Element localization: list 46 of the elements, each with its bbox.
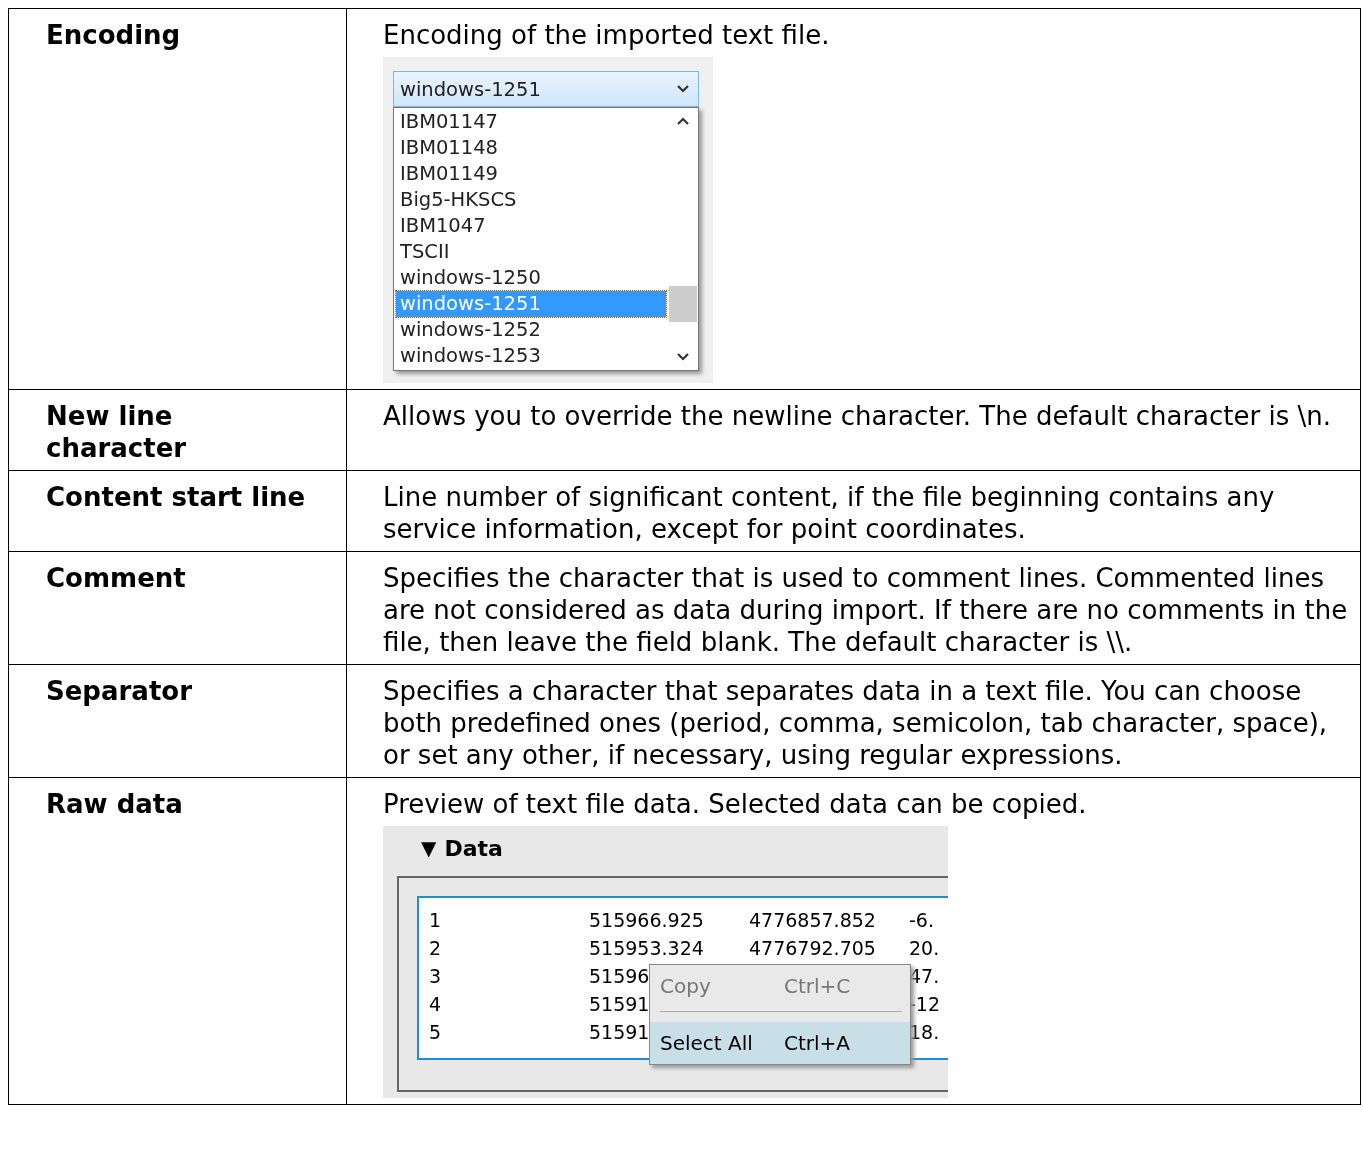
term-label: New line character (46, 400, 188, 464)
line-number: 5 (429, 1020, 442, 1045)
line-number: 3 (429, 964, 442, 989)
data-value: -12 (909, 992, 941, 1017)
term-label: Content start line (46, 481, 307, 513)
chevron-down-icon (676, 352, 690, 362)
data-value: 18. (909, 1020, 940, 1045)
dropdown-option[interactable]: IBM01148 (396, 135, 666, 161)
data-value: 515966.925 (589, 908, 704, 933)
data-value: 515953.324 (589, 936, 704, 961)
data-value: 51596 (589, 964, 650, 989)
line-number: 4 (429, 992, 442, 1017)
description-text: Preview of text file data. Selected data can be copied. (383, 788, 1088, 820)
dropdown-option[interactable]: IBM01147 (396, 109, 666, 135)
term-label: Encoding (46, 19, 182, 51)
dropdown-option[interactable]: windows-1253 (396, 343, 666, 369)
scrollbar-thumb[interactable] (669, 286, 697, 322)
dropdown-option[interactable]: IBM01149 (396, 161, 666, 187)
chevron-up-icon (676, 116, 690, 126)
data-value: 51591 (589, 992, 650, 1017)
data-value: 4776792.705 (749, 936, 876, 961)
line-number: 1 (429, 908, 442, 933)
description-text: Specifies a character that separates data in a text file. You can choose both predefined ones (period, comma, semicolon, tab character, space), or set any other, if necessary, using regular expressions. (383, 675, 1329, 771)
description-text: Line number of significant content, if the file beginning contains any service information, except for point coordinates. (383, 481, 1276, 545)
line-number: 2 (429, 936, 442, 961)
term-label: Raw data (46, 788, 184, 820)
collapse-toggle[interactable]: ▼ (421, 836, 437, 860)
term-label: Separator (46, 675, 193, 707)
dropdown-option[interactable]: windows-1252 (396, 317, 666, 343)
dropdown-option[interactable]: windows-1250 (396, 265, 666, 291)
panel-title: Data (444, 835, 503, 861)
chevron-down-icon (676, 84, 690, 94)
dropdown-option[interactable]: TSCII (396, 239, 666, 265)
data-value: 47. (909, 964, 940, 989)
encoding-combobox[interactable]: windows-1251 (393, 71, 699, 107)
data-value: 4776857.852 (749, 908, 876, 933)
data-value: 51591 (589, 1020, 650, 1045)
description-text: Specifies the character that is used to comment lines. Commented lines are not considered as data during import. If there are no comments in the file, then leave the field blank. The default character is \\. (383, 562, 1349, 658)
description-text: Encoding of the imported text file. (383, 19, 831, 51)
description-text: Allows you to override the newline character. The default character is \n. (383, 400, 1332, 432)
dropdown-option[interactable]: Big5-HKSCS (396, 187, 666, 213)
data-value: -6. (909, 908, 934, 933)
menu-item[interactable]: Select All Ctrl+A (650, 1022, 910, 1064)
dropdown-option[interactable]: IBM1047 (396, 213, 666, 239)
term-label: Comment (46, 562, 187, 594)
data-value: 20. (909, 936, 940, 961)
